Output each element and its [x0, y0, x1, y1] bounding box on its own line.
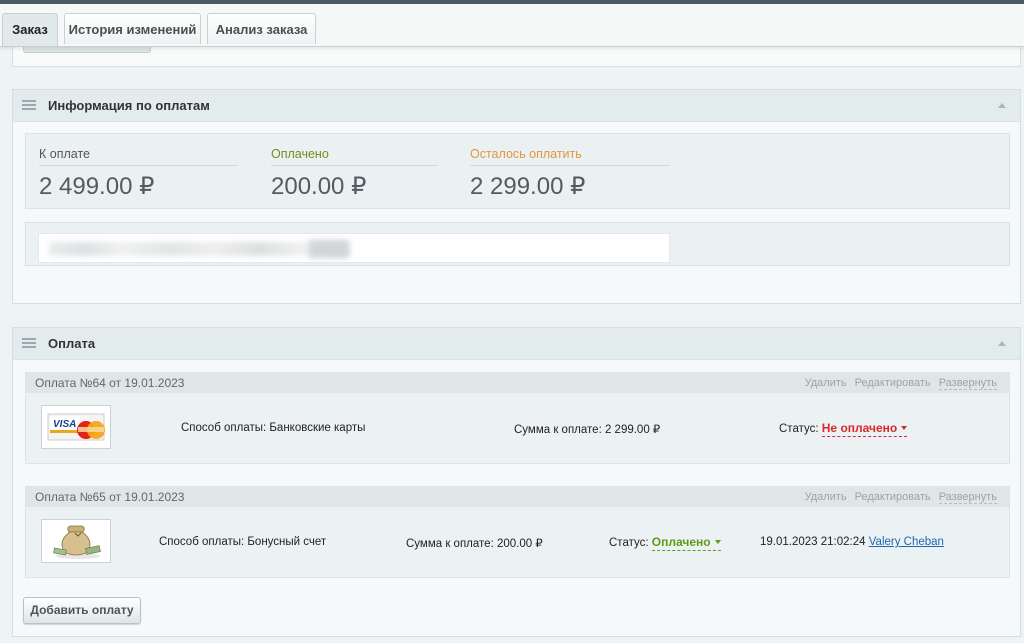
- status-label: Статус:: [609, 537, 649, 549]
- tab-history[interactable]: История изменений: [64, 13, 201, 44]
- section-title: Оплата: [48, 336, 96, 351]
- collapse-arrow-icon[interactable]: [998, 103, 1006, 108]
- payment-sum: Сумма к оплате: 200.00 ₽: [406, 538, 543, 550]
- redacted-text: [309, 240, 349, 258]
- payment-method: Способ оплаты: Банковские карты: [181, 422, 366, 434]
- status-dropdown[interactable]: Не оплачено: [821, 421, 908, 437]
- status-dropdown[interactable]: Оплачено: [651, 535, 721, 551]
- visa-mastercard-icon: VISA: [41, 405, 111, 449]
- user-link[interactable]: Valery Cheban: [869, 536, 944, 548]
- remaining-block: Осталось оплатить 2 299.00 ₽: [470, 147, 670, 201]
- remaining-value: 2 299.00 ₽: [470, 173, 586, 200]
- svg-text:VISA: VISA: [53, 419, 76, 430]
- status-value: Оплачено: [651, 535, 711, 549]
- payment-sum: Сумма к оплате: 2 299.00 ₽: [514, 424, 661, 436]
- collapse-arrow-icon[interactable]: [998, 341, 1006, 346]
- to-pay-value: 2 499.00 ₽: [39, 173, 155, 200]
- payment-summary: К оплате 2 499.00 ₽ Оплачено 200.00 ₽ Ос…: [25, 133, 1010, 209]
- payment-header: Оплата №64 от 19.01.2023 Удалить Редакти…: [26, 373, 1009, 393]
- status-block: Статус: Оплачено: [609, 535, 721, 551]
- tab-order-analysis[interactable]: Анализ заказа: [207, 13, 316, 44]
- drag-handle-icon[interactable]: [22, 338, 36, 348]
- add-payment-button[interactable]: Добавить оплату: [23, 597, 141, 624]
- payment-item: Оплата №65 от 19.01.2023 Удалить Редакти…: [25, 486, 1010, 578]
- payment-title: Оплата №64 от 19.01.2023: [35, 376, 185, 390]
- money-bag-icon: [41, 519, 111, 563]
- paid-value: 200.00 ₽: [271, 173, 367, 200]
- drag-handle-icon[interactable]: [22, 100, 36, 110]
- edit-link[interactable]: Редактировать: [855, 491, 931, 503]
- payments-section: Оплата Оплата №64 от 19.01.2023 Удалить …: [12, 327, 1021, 637]
- payment-info-header: Информация по оплатам: [13, 90, 1020, 122]
- status-value: Не оплачено: [821, 421, 898, 435]
- edit-link[interactable]: Редактировать: [855, 377, 931, 389]
- status-block: Статус: Не оплачено: [779, 421, 908, 437]
- payment-title: Оплата №65 от 19.01.2023: [35, 490, 185, 504]
- payments-header: Оплата: [13, 328, 1020, 360]
- delete-link[interactable]: Удалить: [805, 377, 847, 389]
- payment-info-section: Информация по оплатам К оплате 2 499.00 …: [12, 89, 1021, 304]
- delete-link[interactable]: Удалить: [805, 491, 847, 503]
- tab-bar: Заказ История изменений Анализ заказа: [0, 4, 1024, 47]
- dropdown-arrow-icon: [714, 540, 721, 544]
- remaining-label: Осталось оплатить: [470, 147, 670, 166]
- payment-item: Оплата №64 от 19.01.2023 Удалить Редакти…: [25, 372, 1010, 464]
- redacted-text: [49, 242, 349, 256]
- tab-order[interactable]: Заказ: [2, 13, 58, 46]
- payment-date: 19.01.2023 21:02:24: [760, 536, 866, 548]
- expand-link[interactable]: Развернуть: [938, 491, 997, 504]
- payment-timestamp: 19.01.2023 21:02:24 Valery Cheban: [760, 536, 944, 548]
- dropdown-arrow-icon: [901, 426, 908, 430]
- to-pay-label: К оплате: [39, 147, 238, 166]
- section-title: Информация по оплатам: [48, 98, 210, 113]
- payment-header: Оплата №65 от 19.01.2023 Удалить Редакти…: [26, 487, 1009, 507]
- paid-block: Оплачено 200.00 ₽: [271, 147, 438, 201]
- redacted-content: [38, 233, 670, 263]
- status-label: Статус:: [779, 423, 819, 435]
- payment-method: Способ оплаты: Бонусный счет: [159, 536, 327, 548]
- redacted-info-box: [25, 222, 1010, 266]
- expand-link[interactable]: Развернуть: [938, 377, 997, 390]
- paid-label: Оплачено: [271, 147, 438, 166]
- to-pay-block: К оплате 2 499.00 ₽: [39, 147, 238, 201]
